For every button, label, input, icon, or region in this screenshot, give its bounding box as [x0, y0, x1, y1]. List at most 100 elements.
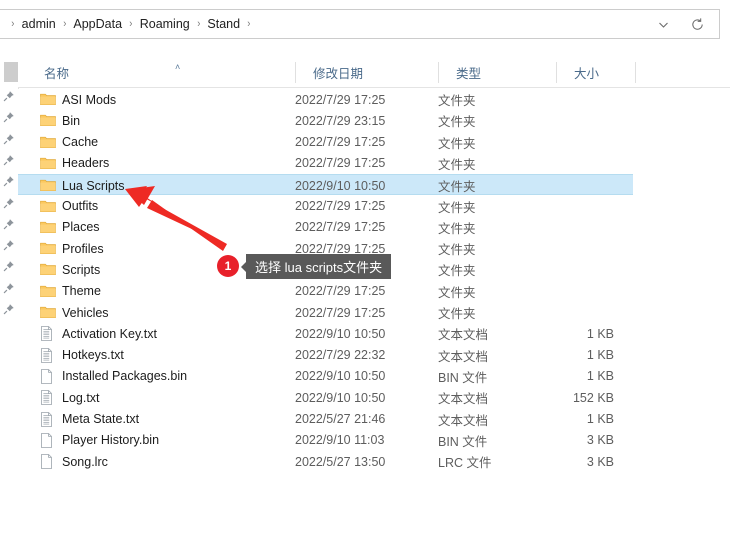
file-type-cell: BIN 文件	[438, 430, 487, 451]
column-header-size[interactable]: 大小	[574, 58, 599, 87]
file-name-cell: Headers	[62, 153, 109, 174]
text-file-icon	[40, 412, 56, 427]
table-row[interactable]: Places2022/7/29 17:25文件夹	[18, 217, 633, 238]
file-name-cell: Bin	[62, 110, 80, 131]
table-row[interactable]: Outfits 2022/7/29 17:25 文件夹	[18, 196, 633, 217]
file-date-cell: 2022/7/29 17:25	[295, 238, 385, 259]
file-size-cell	[516, 132, 614, 153]
table-row[interactable]: Activation Key.txt2022/9/10 10:50文本文档1 K…	[18, 323, 633, 344]
file-date-cell: 2022/5/27 21:46	[295, 409, 385, 430]
table-row[interactable]: Headers2022/7/29 17:25文件夹	[18, 153, 633, 174]
pin-icon	[2, 239, 16, 253]
sort-ascending-caret-icon: ˄	[175, 63, 180, 72]
chevron-down-icon[interactable]	[653, 14, 673, 34]
file-date-cell: 2022/7/29 17:25	[295, 302, 385, 323]
file-type-cell: 文件夹	[438, 110, 476, 131]
folder-icon	[40, 113, 56, 128]
pin-icon	[2, 133, 16, 147]
file-explorer-window: › admin › AppData › Roaming › Stand ›	[0, 0, 730, 550]
file-type-cell: 文件夹	[438, 196, 476, 217]
file-name-cell: Activation Key.txt	[62, 323, 157, 344]
file-date-cell: 2022/9/10 10:50	[295, 366, 385, 387]
address-bar-buttons	[653, 10, 715, 38]
pin-icon	[2, 175, 16, 189]
file-type-cell: 文件夹	[438, 89, 476, 110]
file-date-cell: 2022/9/10 10:50	[295, 387, 385, 408]
file-name-cell: ASI Mods	[62, 89, 116, 110]
breadcrumb-item-roaming[interactable]: Roaming	[137, 17, 193, 31]
table-row[interactable]: Scripts2022/7/29 17:25文件夹	[18, 259, 633, 280]
file-size-cell: 1 KB	[516, 345, 614, 366]
file-size-cell	[516, 175, 614, 196]
column-divider-2[interactable]	[438, 62, 439, 83]
file-name-cell: Song.lrc	[62, 451, 108, 472]
table-row[interactable]: Song.lrc2022/5/27 13:50LRC 文件3 KB	[18, 451, 633, 472]
pin-icon	[2, 90, 16, 104]
file-size-cell	[516, 302, 614, 323]
breadcrumb-item-stand[interactable]: Stand	[204, 17, 243, 31]
table-row[interactable]: Profiles2022/7/29 17:25文件夹	[18, 238, 633, 259]
table-row[interactable]: Installed Packages.bin2022/9/10 10:50BIN…	[18, 366, 633, 387]
table-row[interactable]: Player History.bin2022/9/10 11:03BIN 文件3…	[18, 430, 633, 451]
file-date-cell: 2022/7/29 23:15	[295, 110, 385, 131]
file-date-cell: 2022/7/29 17:25	[295, 132, 385, 153]
pin-icon	[2, 218, 16, 232]
file-date-cell: 2022/7/29 17:25	[295, 196, 385, 217]
file-date-cell: 2022/7/29 17:25	[295, 217, 385, 238]
blank-file-icon	[40, 433, 56, 448]
breadcrumb-item-admin[interactable]: admin	[19, 17, 59, 31]
table-row[interactable]: Meta State.txt2022/5/27 21:46文本文档1 KB	[18, 409, 633, 430]
file-date-cell: 2022/7/29 17:25	[295, 153, 385, 174]
file-date-cell: 2022/7/29 17:25	[295, 89, 385, 110]
file-type-cell: 文件夹	[438, 217, 476, 238]
column-header-type[interactable]: 类型	[456, 58, 481, 87]
folder-icon	[40, 220, 56, 235]
file-size-cell: 1 KB	[516, 323, 614, 344]
breadcrumb-item-appdata[interactable]: AppData	[70, 17, 125, 31]
folder-icon	[40, 262, 56, 277]
file-size-cell: 3 KB	[516, 430, 614, 451]
file-type-cell: 文件夹	[438, 302, 476, 323]
column-header-date-modified[interactable]: 修改日期	[313, 58, 363, 87]
column-divider-1[interactable]	[295, 62, 296, 83]
folder-icon	[40, 241, 56, 256]
file-name-cell: Log.txt	[62, 387, 100, 408]
table-row[interactable]: Lua Scripts2022/9/10 10:50文件夹	[18, 174, 633, 195]
refresh-icon[interactable]	[687, 14, 707, 34]
folder-icon	[40, 284, 56, 299]
column-divider-3[interactable]	[556, 62, 557, 83]
breadcrumb[interactable]: › admin › AppData › Roaming › Stand ›	[7, 10, 255, 38]
file-date-cell: 2022/7/29 22:32	[295, 345, 385, 366]
navigation-pane-rail	[0, 58, 19, 550]
column-header-name[interactable]: 名称	[44, 58, 69, 87]
column-divider-4[interactable]	[635, 62, 636, 83]
file-date-cell: 2022/9/10 11:03	[295, 430, 384, 451]
table-row[interactable]: Bin 2022/7/29 23:15 文件夹	[18, 110, 633, 131]
file-name-cell: Installed Packages.bin	[62, 366, 187, 387]
text-file-icon	[40, 390, 56, 405]
file-date-cell: 2022/5/27 13:50	[295, 451, 385, 472]
table-row[interactable]: Theme2022/7/29 17:25文件夹	[18, 281, 633, 302]
address-bar[interactable]: › admin › AppData › Roaming › Stand ›	[0, 9, 720, 39]
file-list[interactable]: ASI Mods 2022/7/29 17:25 文件夹 Bin 2022/7/29 2…	[18, 89, 730, 550]
file-type-cell: 文件夹	[438, 132, 476, 153]
table-row[interactable]: Log.txt2022/9/10 10:50文本文档152 KB	[18, 387, 633, 408]
table-row[interactable]: Cache2022/7/29 17:25文件夹	[18, 132, 633, 153]
breadcrumb-separator-4: ›	[244, 18, 254, 30]
file-size-cell: 152 KB	[516, 387, 614, 408]
folder-icon	[40, 135, 56, 150]
pin-icon	[2, 303, 16, 317]
nav-pane-block	[4, 62, 18, 82]
folder-icon	[40, 199, 56, 214]
breadcrumb-separator-2: ›	[126, 18, 136, 30]
file-name-cell: Vehicles	[62, 302, 109, 323]
table-row[interactable]: Vehicles 2022/7/29 17:25 文件夹	[18, 302, 633, 323]
file-name-cell: Meta State.txt	[62, 409, 139, 430]
file-name-cell: Outfits	[62, 196, 98, 217]
column-header-row: 名称 ˄ 修改日期 类型 大小	[18, 58, 730, 88]
table-row[interactable]: Hotkeys.txt2022/7/29 22:32文本文档1 KB	[18, 345, 633, 366]
file-type-cell: 文本文档	[438, 323, 488, 344]
table-row[interactable]: ASI Mods 2022/7/29 17:25 文件夹	[18, 89, 633, 110]
pin-icon	[2, 260, 16, 274]
file-name-cell: Scripts	[62, 259, 100, 280]
